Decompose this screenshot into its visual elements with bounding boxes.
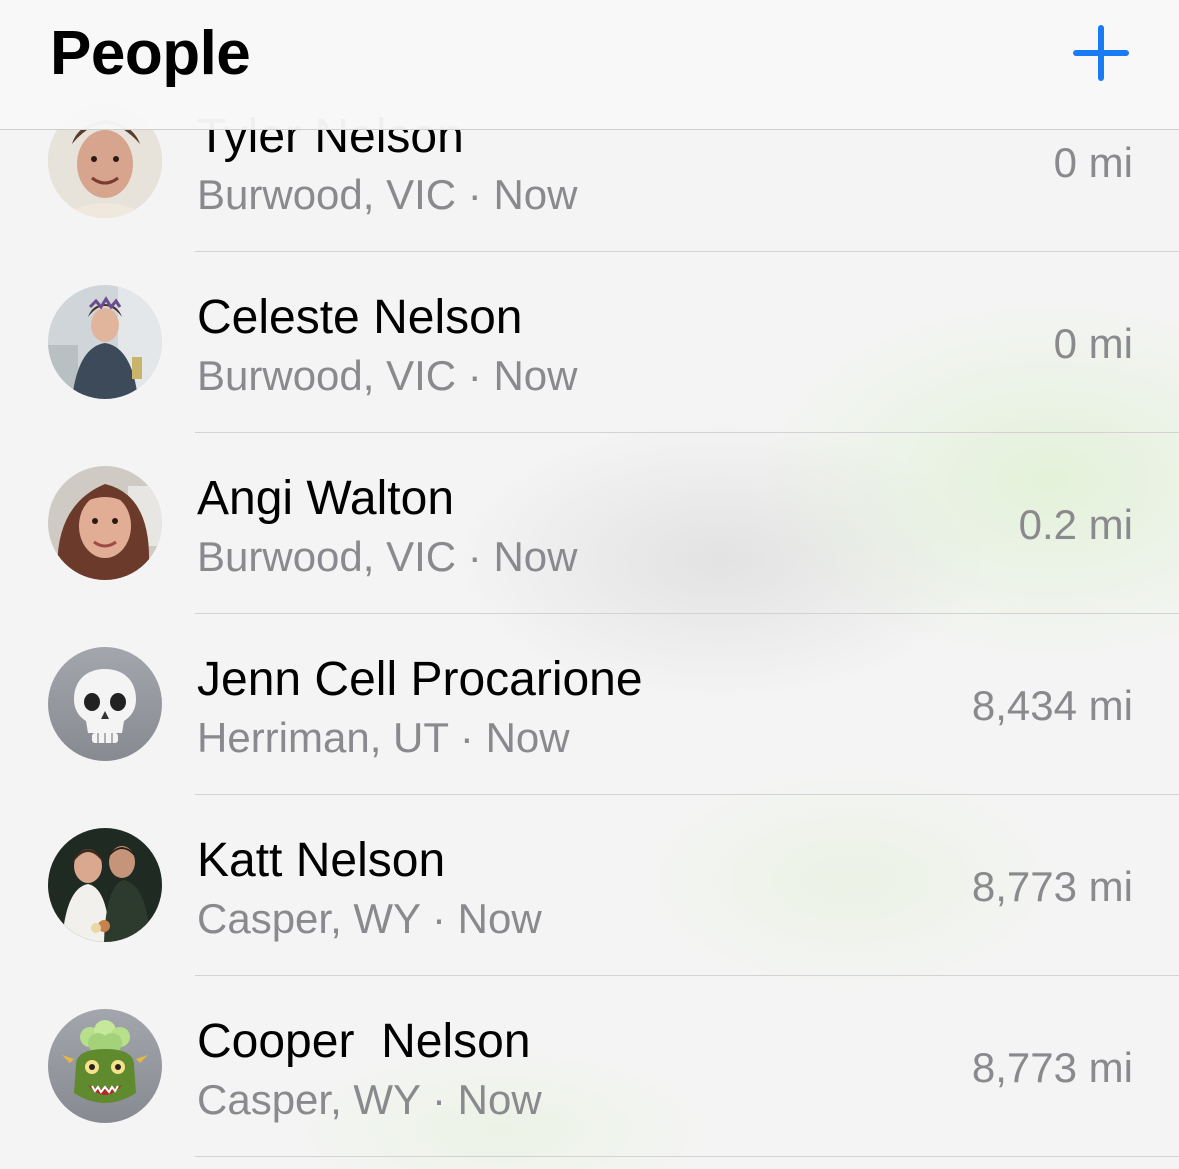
person-location: Burwood, VIC · Now [197, 352, 578, 399]
person-name: Angi Walton [197, 472, 455, 525]
person-location: Herriman, UT · Now [197, 714, 570, 761]
person-distance: 0.2 mi [1018, 501, 1133, 548]
person-row[interactable]: Jenn Cell Procarione Herriman, UT · Now … [0, 614, 1179, 795]
person-name: Celeste Nelson [197, 291, 523, 344]
person-distance: 0 mi [1053, 139, 1133, 186]
person-name: Jenn Cell Procarione [197, 653, 643, 706]
add-person-button[interactable] [1070, 22, 1132, 84]
avatar [48, 828, 162, 942]
people-list[interactable]: Tyler Nelson Burwood, VIC · Now 0 mi Cel… [0, 71, 1179, 1157]
avatar [48, 466, 162, 580]
person-location: Casper, WY · Now [197, 1076, 542, 1123]
person-distance: 0 mi [1053, 320, 1133, 367]
nav-header: People [0, 0, 1179, 130]
person-distance: 8,434 mi [971, 682, 1133, 729]
person-row[interactable]: Celeste Nelson Burwood, VIC · Now 0 mi [0, 252, 1179, 433]
skull-memoji-icon [48, 647, 162, 761]
person-distance: 8,773 mi [971, 1044, 1133, 1091]
person-row[interactable]: Angi Walton Burwood, VIC · Now 0.2 mi [0, 433, 1179, 614]
person-name: Katt Nelson [197, 834, 446, 887]
divider [195, 1156, 1179, 1157]
person-location: Burwood, VIC · Now [197, 171, 578, 218]
person-row[interactable]: Katt Nelson Casper, WY · Now 8,773 mi [0, 795, 1179, 976]
dragon-memoji-icon [48, 1009, 162, 1123]
person-row[interactable]: Cooper Nelson Casper, WY · Now 8,773 mi [0, 976, 1179, 1157]
plus-icon [1073, 25, 1129, 81]
avatar [48, 285, 162, 399]
person-distance: 8,773 mi [971, 863, 1133, 910]
page-title: People [50, 19, 251, 88]
person-location: Burwood, VIC · Now [197, 533, 578, 580]
person-name: Cooper Nelson [197, 1015, 531, 1068]
person-location: Casper, WY · Now [197, 895, 542, 942]
